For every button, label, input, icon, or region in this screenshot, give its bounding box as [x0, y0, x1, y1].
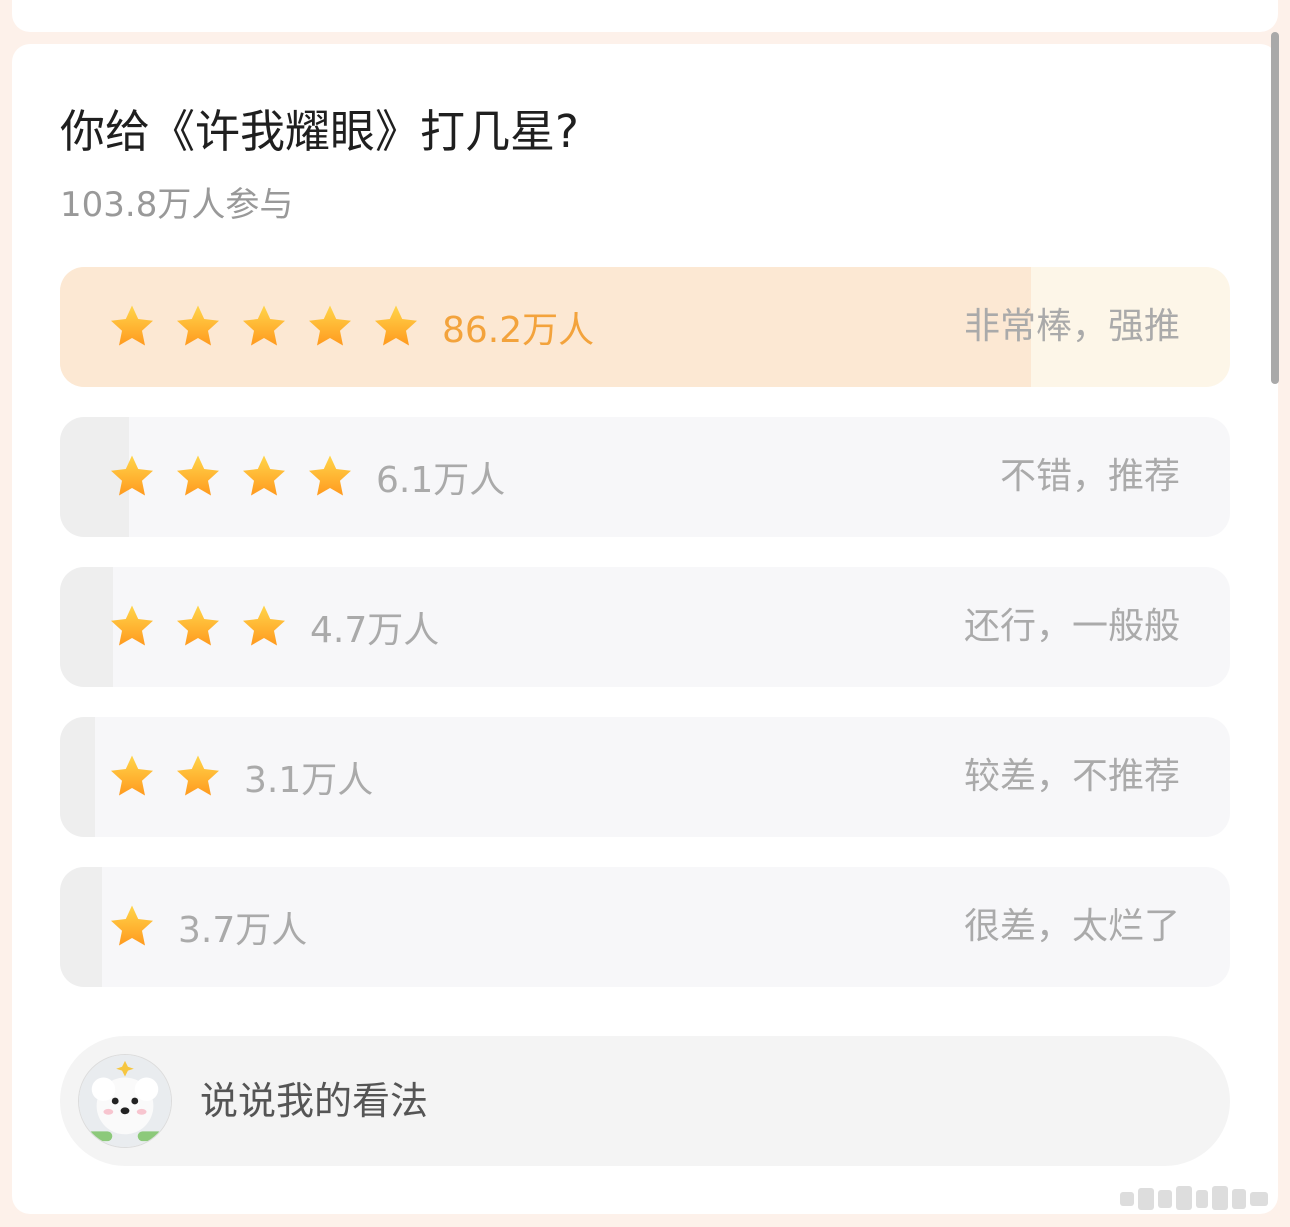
rating-options: 86.2万人 非常棒，强推 6.1万人 不错，推荐 4.7万人 还行，一般般 3…: [60, 267, 1230, 1017]
vote-count: 3.1万人: [244, 760, 374, 801]
star-icon: [309, 455, 351, 496]
rating-option-3-star[interactable]: 4.7万人 还行，一般般: [60, 567, 1230, 687]
rating-option-row: 4.7万人: [108, 567, 439, 687]
star-group: [108, 753, 240, 801]
dotted-logo-watermark-icon: [1120, 1186, 1268, 1210]
white-dog-avatar-icon[interactable]: [78, 1054, 172, 1148]
rating-option-row: 3.7万人: [108, 867, 307, 987]
star-icon: [243, 455, 285, 496]
star-icon: [177, 755, 219, 796]
vote-count: 3.7万人: [178, 910, 308, 951]
star-icon: [243, 605, 285, 646]
rating-option-row: 3.1万人: [108, 717, 373, 837]
vote-share-bar: [60, 717, 96, 837]
star-icon: [243, 305, 285, 346]
star-group: [108, 303, 438, 351]
star-icon: [111, 755, 153, 796]
poll-title: 你给《许我耀眼》打几星?: [60, 105, 579, 158]
rating-option-row: 86.2万人: [108, 267, 594, 387]
star-icon: [375, 305, 417, 346]
vote-share-bar: [60, 867, 103, 987]
comment-input[interactable]: 说说我的看法: [60, 1036, 1230, 1166]
rating-option-row: 6.1万人: [108, 417, 505, 537]
rating-description: 非常棒，强推: [963, 306, 1180, 347]
rating-description: 还行，一般般: [963, 606, 1180, 647]
star-group: [108, 903, 174, 951]
scrollbar[interactable]: [1271, 32, 1279, 384]
rating-description: 很差，太烂了: [963, 906, 1180, 947]
previous-card: [12, 0, 1278, 32]
participant-count: 103.8万人参与: [60, 185, 294, 225]
star-icon: [177, 605, 219, 646]
star-icon: [111, 605, 153, 646]
star-group: [108, 603, 306, 651]
vote-share-bar: [60, 567, 113, 687]
star-icon: [177, 305, 219, 346]
star-group: [108, 453, 372, 501]
rating-option-4-star[interactable]: 6.1万人 不错，推荐: [60, 417, 1230, 537]
star-icon: [111, 455, 153, 496]
comment-placeholder: 说说我的看法: [200, 1079, 429, 1123]
star-icon: [309, 305, 351, 346]
vote-count: 4.7万人: [310, 610, 440, 651]
vote-count: 86.2万人: [442, 310, 595, 351]
rating-option-2-star[interactable]: 3.1万人 较差，不推荐: [60, 717, 1230, 837]
rating-description: 较差，不推荐: [963, 756, 1180, 797]
star-icon: [111, 305, 153, 346]
star-icon: [177, 455, 219, 496]
rating-description: 不错，推荐: [999, 456, 1180, 497]
rating-option-5-star[interactable]: 86.2万人 非常棒，强推: [60, 267, 1230, 387]
star-icon: [111, 905, 153, 946]
rating-option-1-star[interactable]: 3.7万人 很差，太烂了: [60, 867, 1230, 987]
vote-count: 6.1万人: [376, 460, 506, 501]
